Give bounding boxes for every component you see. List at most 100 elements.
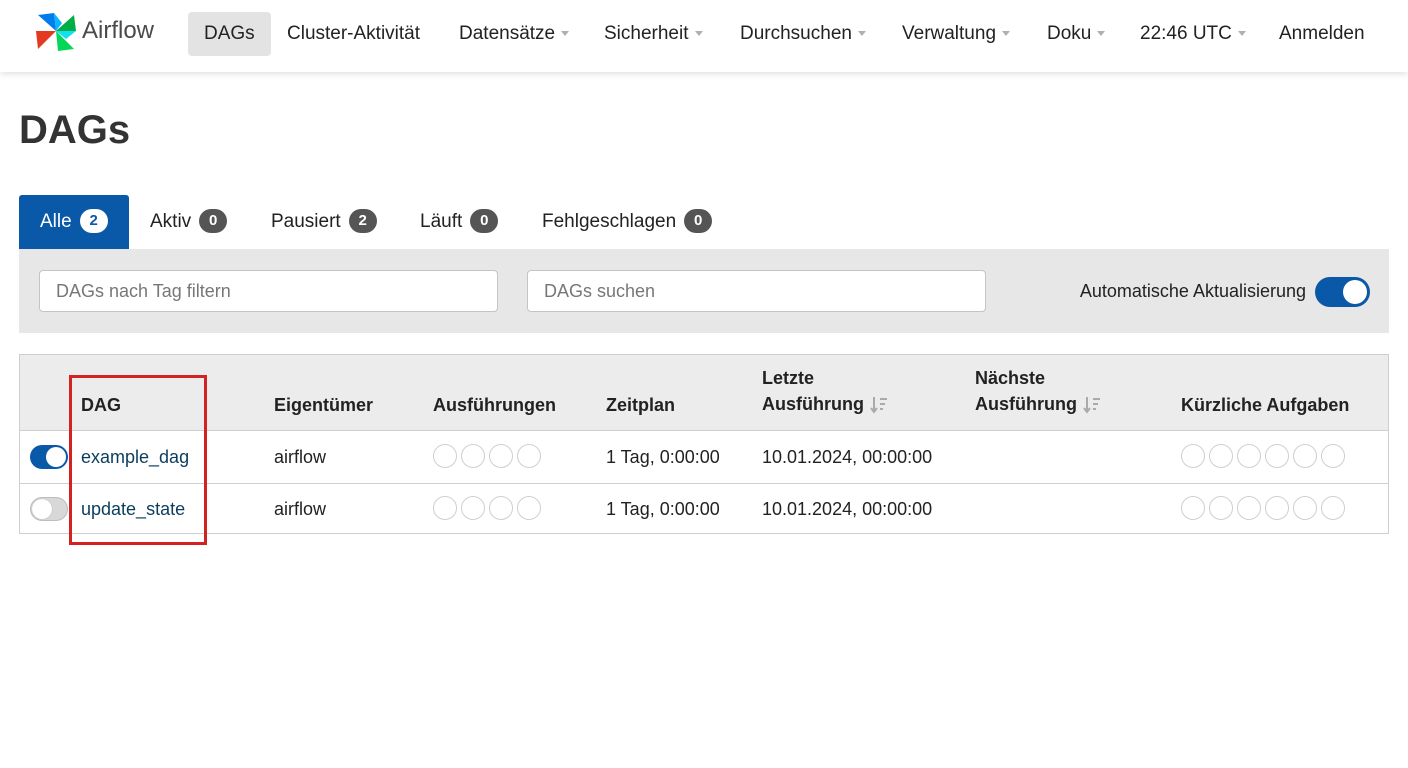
sort-icon[interactable] bbox=[1083, 395, 1101, 415]
owner-cell[interactable]: airflow bbox=[274, 431, 326, 483]
chevron-down-icon bbox=[561, 31, 570, 37]
run-status-circle[interactable] bbox=[433, 496, 457, 520]
dags-table: DAG Eigentümer Ausführungen Zeitplan Let… bbox=[19, 354, 1389, 534]
nav-security[interactable]: Sicherheit bbox=[604, 12, 703, 56]
nav-dags-label: DAGs bbox=[204, 23, 255, 44]
chevron-down-icon bbox=[694, 31, 703, 37]
nav-cluster-activity[interactable]: Cluster-Aktivität bbox=[287, 12, 420, 56]
dag-pause-toggle[interactable] bbox=[30, 497, 68, 521]
table-header: DAG Eigentümer Ausführungen Zeitplan Let… bbox=[20, 355, 1388, 431]
task-status-circle[interactable] bbox=[1209, 444, 1233, 468]
column-header-last-run-line2: Ausführung bbox=[762, 394, 864, 414]
schedule-cell: 1 Tag, 0:00:00 bbox=[606, 499, 720, 519]
tab-failed[interactable]: Fehlgeschlagen 0 bbox=[542, 195, 713, 249]
task-status-circle[interactable] bbox=[1181, 444, 1205, 468]
run-status-circle[interactable] bbox=[517, 496, 541, 520]
task-status-circle[interactable] bbox=[1237, 496, 1261, 520]
task-status-circle[interactable] bbox=[1265, 496, 1289, 520]
auto-refresh-label: Automatische Aktualisierung bbox=[1079, 281, 1306, 301]
run-status-circle[interactable] bbox=[517, 444, 541, 468]
chevron-down-icon bbox=[857, 31, 866, 37]
nav-browse[interactable]: Durchsuchen bbox=[740, 12, 866, 56]
run-status-circle[interactable] bbox=[461, 496, 485, 520]
task-status-circle[interactable] bbox=[1209, 496, 1233, 520]
column-header-dag[interactable]: DAG bbox=[81, 392, 121, 418]
sort-icon[interactable] bbox=[870, 395, 888, 415]
tag-filter-input[interactable] bbox=[39, 270, 498, 312]
tab-all[interactable]: Alle 2 bbox=[19, 195, 129, 249]
nav-security-label: Sicherheit bbox=[604, 23, 689, 44]
tab-paused-label: Pausiert bbox=[271, 211, 341, 232]
nav-clock[interactable]: 22:46 UTC bbox=[1140, 12, 1246, 56]
run-status-circle[interactable] bbox=[433, 444, 457, 468]
auto-refresh-toggle[interactable] bbox=[1315, 277, 1370, 307]
column-header-next-run[interactable]: Nächste Ausführung bbox=[975, 365, 1101, 417]
chevron-down-icon bbox=[1002, 31, 1011, 37]
count-badge: 0 bbox=[199, 208, 228, 233]
tab-all-label: Alle bbox=[40, 211, 72, 232]
tab-active[interactable]: Aktiv 0 bbox=[150, 195, 228, 249]
task-status-circle[interactable] bbox=[1237, 444, 1261, 468]
task-status-circle[interactable] bbox=[1293, 444, 1317, 468]
dag-pause-toggle[interactable] bbox=[30, 445, 68, 469]
nav-admin-label: Verwaltung bbox=[902, 23, 997, 44]
count-badge: 0 bbox=[470, 208, 499, 233]
owner-cell[interactable]: airflow bbox=[274, 483, 326, 535]
recent-tasks-status-circles bbox=[1181, 496, 1345, 520]
tab-failed-label: Fehlgeschlagen bbox=[542, 211, 677, 232]
nav-browse-label: Durchsuchen bbox=[740, 23, 852, 44]
chevron-down-icon bbox=[1097, 31, 1106, 37]
nav-dags[interactable]: DAGs bbox=[188, 12, 271, 56]
nav-docs-label: Doku bbox=[1047, 23, 1092, 44]
task-status-circle[interactable] bbox=[1265, 444, 1289, 468]
last-run-cell[interactable]: 10.01.2024, 00:00:00 bbox=[762, 431, 932, 483]
task-status-circle[interactable] bbox=[1293, 496, 1317, 520]
last-run-cell[interactable]: 10.01.2024, 00:00:00 bbox=[762, 483, 932, 535]
run-status-circle[interactable] bbox=[461, 444, 485, 468]
table-row: example_dag airflow 1 Tag, 0:00:00 10.01… bbox=[20, 431, 1388, 484]
count-badge: 2 bbox=[348, 208, 377, 233]
column-header-last-run[interactable]: Letzte Ausführung bbox=[762, 365, 888, 417]
tab-running-label: Läuft bbox=[420, 211, 463, 232]
run-status-circle[interactable] bbox=[489, 444, 513, 468]
count-badge: 0 bbox=[684, 208, 713, 233]
nav-docs[interactable]: Doku bbox=[1047, 12, 1106, 56]
column-header-next-run-line2: Ausführung bbox=[975, 394, 1077, 414]
nav-cluster-activity-label: Cluster-Aktivität bbox=[287, 23, 421, 44]
toggle-knob bbox=[1343, 280, 1367, 304]
nav-clock-label: 22:46 UTC bbox=[1140, 23, 1232, 44]
column-header-next-run-line1: Nächste bbox=[975, 368, 1046, 388]
dag-runs-status-circles bbox=[433, 444, 541, 468]
schedule-cell: 1 Tag, 0:00:00 bbox=[606, 447, 720, 467]
recent-tasks-status-circles bbox=[1181, 444, 1345, 468]
page-title: DAGs bbox=[19, 108, 131, 152]
filter-bar: Automatische Aktualisierung bbox=[19, 249, 1389, 333]
column-header-recent-tasks: Kürzliche Aufgaben bbox=[1181, 395, 1350, 415]
top-navbar: Airflow DAGs Cluster-Aktivität Datensätz… bbox=[0, 0, 1408, 72]
task-status-circle[interactable] bbox=[1181, 496, 1205, 520]
toggle-knob bbox=[46, 447, 66, 467]
nav-datasets-label: Datensätze bbox=[459, 23, 556, 44]
run-status-circle[interactable] bbox=[489, 496, 513, 520]
column-header-schedule[interactable]: Zeitplan bbox=[606, 392, 675, 418]
nav-admin[interactable]: Verwaltung bbox=[902, 12, 1011, 56]
dag-link[interactable]: update_state bbox=[81, 499, 185, 519]
column-header-last-run-line1: Letzte bbox=[762, 368, 815, 388]
toggle-knob bbox=[32, 499, 52, 519]
tab-running[interactable]: Läuft 0 bbox=[420, 195, 499, 249]
count-badge: 2 bbox=[79, 208, 108, 233]
nav-login-label: Anmelden bbox=[1279, 23, 1365, 44]
tab-paused[interactable]: Pausiert 2 bbox=[271, 195, 377, 249]
chevron-down-icon bbox=[1237, 31, 1246, 37]
task-status-circle[interactable] bbox=[1321, 444, 1345, 468]
dag-search-input[interactable] bbox=[527, 270, 986, 312]
column-header-owner[interactable]: Eigentümer bbox=[274, 392, 373, 418]
dag-link[interactable]: example_dag bbox=[81, 447, 189, 467]
task-status-circle[interactable] bbox=[1321, 496, 1345, 520]
brand-name: Airflow bbox=[82, 17, 155, 44]
tab-active-label: Aktiv bbox=[150, 211, 192, 232]
brand-logo[interactable]: Airflow bbox=[34, 9, 154, 53]
nav-datasets[interactable]: Datensätze bbox=[459, 12, 570, 56]
nav-login[interactable]: Anmelden bbox=[1279, 12, 1365, 56]
dag-runs-status-circles bbox=[433, 496, 541, 520]
